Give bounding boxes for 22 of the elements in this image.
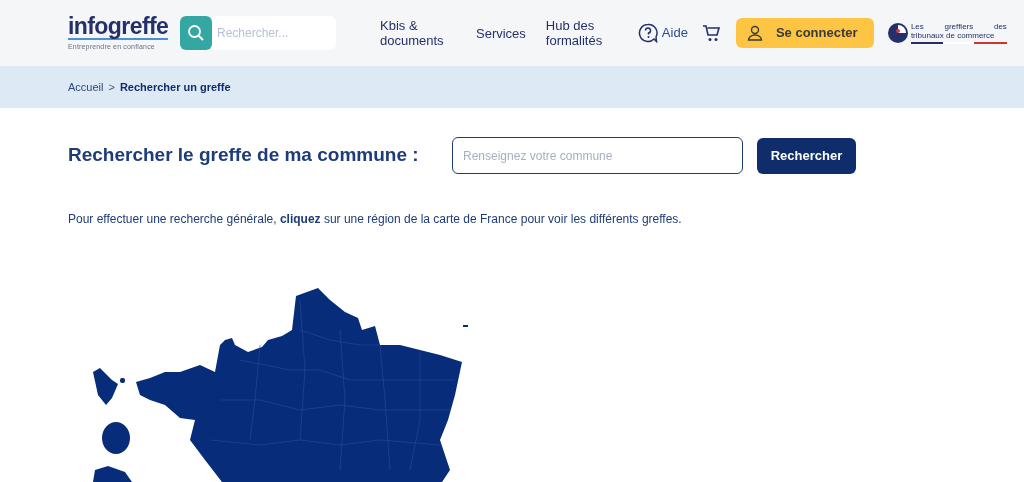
user-icon	[745, 24, 764, 42]
current-page-label: Rechercher un greffe	[119, 79, 231, 95]
nav-link[interactable]: Kbis & documents	[380, 18, 456, 48]
search-button[interactable]: Rechercher	[757, 137, 856, 174]
instruction-text: Pour effectuer une recherche générale, cliquez sur une région de la carte de France pour voir les différents greffes.	[68, 211, 683, 228]
cart-icon[interactable]	[701, 23, 722, 43]
section-title: Rechercher le greffe de ma commune :	[68, 143, 420, 168]
search-field[interactable]: Rechercher...	[212, 16, 336, 50]
help-link[interactable]: Aide	[661, 23, 688, 43]
partner-logo-text: Les greffiers des	[910, 22, 1007, 31]
partner-logo-icon	[886, 22, 909, 44]
nav-link[interactable]: Services	[476, 25, 526, 41]
commune-input-field[interactable]: Renseignez votre commune	[452, 137, 743, 174]
breadcrumb-separator: >	[108, 79, 115, 95]
breadcrumb-link[interactable]: Accueil	[68, 78, 104, 96]
partner-logo-text: tribunaux de commerce	[910, 31, 996, 40]
login-button[interactable]: Se connecter	[735, 18, 874, 48]
logo[interactable]: infogreffe	[68, 13, 169, 40]
search-icon	[187, 24, 205, 42]
nav-link[interactable]: Hub des formalités	[545, 18, 614, 48]
help-icon[interactable]	[637, 23, 658, 43]
search-button[interactable]	[180, 16, 212, 50]
